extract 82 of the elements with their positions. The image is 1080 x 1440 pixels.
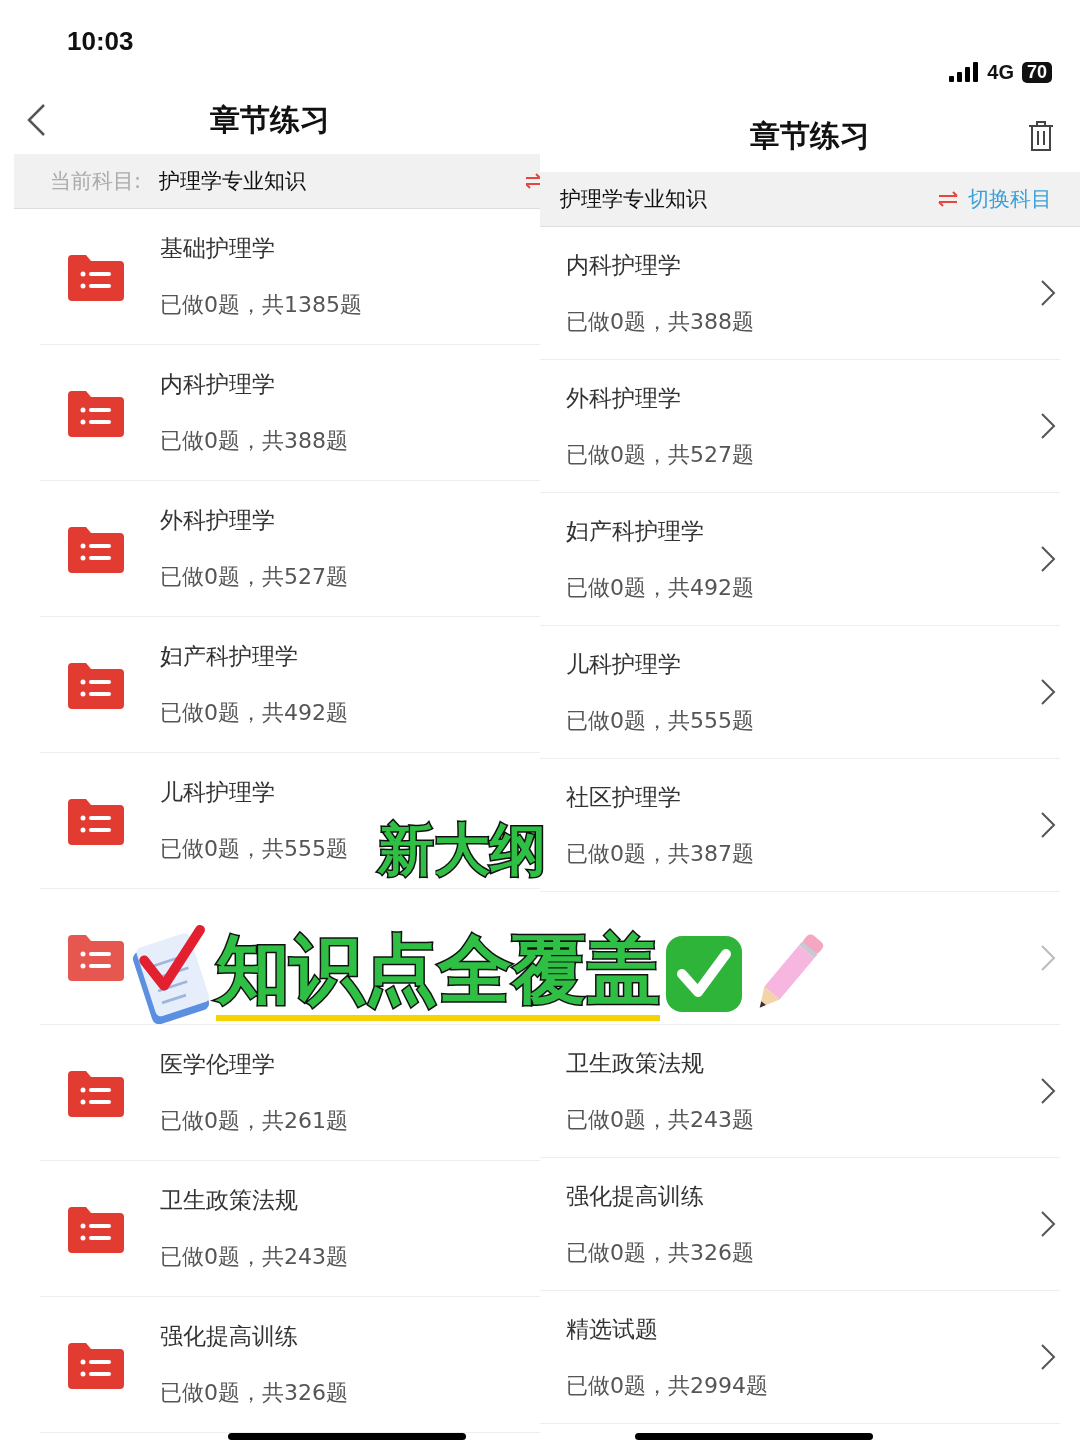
chapter-progress: 已做0题，共261题 xyxy=(160,1107,348,1135)
chapter-progress: 已做0题，共492题 xyxy=(160,699,348,727)
folder-list-icon xyxy=(68,252,124,301)
chapter-item[interactable]: 卫生政策法规 已做0题，共243题 xyxy=(68,1161,348,1296)
chapter-title: 卫生政策法规 xyxy=(160,1186,299,1215)
swap-icon[interactable] xyxy=(938,190,958,208)
subject-label: 当前科目: xyxy=(50,168,142,195)
subject-name: 护理学专业知识 xyxy=(159,168,307,195)
folder-list-icon xyxy=(68,796,124,845)
subject-name: 护理学专业知识 xyxy=(560,186,707,213)
chapter-item[interactable]: 妇产科护理学 已做0题，共492题 xyxy=(566,493,1056,625)
chapter-progress: 已做0题，共1385题 xyxy=(160,291,362,319)
chapter-item[interactable]: 社区护理学 已做0题，共387题 xyxy=(566,759,1056,891)
status-time: 10:03 xyxy=(67,26,134,56)
chapter-title: 儿科护理学 xyxy=(160,778,276,807)
trash-icon[interactable] xyxy=(1028,120,1054,152)
signal-icon xyxy=(949,62,980,82)
page-title: 章节练习 xyxy=(750,116,870,155)
chevron-right-icon xyxy=(1040,545,1056,573)
chapter-progress: 已做0题，共555题 xyxy=(566,706,754,735)
chapter-title: 内科护理学 xyxy=(566,250,682,280)
chapter-title: 基础护理学 xyxy=(160,234,276,263)
chapter-title: 妇产科护理学 xyxy=(160,642,299,671)
folder-list-icon xyxy=(68,1204,124,1253)
chevron-right-icon xyxy=(1040,944,1056,972)
battery-indicator: 70 xyxy=(1021,61,1052,83)
chapter-title: 强化提高训练 xyxy=(160,1322,299,1351)
chapter-item[interactable]: 内科护理学 已做0题，共388题 xyxy=(566,227,1056,359)
chapter-progress: 已做0题，共243题 xyxy=(566,1105,754,1134)
chapter-item[interactable]: 精选试题 已做0题，共2994题 xyxy=(566,1291,1056,1423)
folder-list-icon xyxy=(68,388,124,437)
chevron-right-icon xyxy=(1040,811,1056,839)
chapter-item[interactable]: 卫生政策法规 已做0题，共243题 xyxy=(566,1025,1056,1157)
chapter-title: 强化提高训练 xyxy=(566,1181,705,1211)
folder-list-icon xyxy=(68,660,124,709)
chevron-right-icon xyxy=(1040,412,1056,440)
chapter-progress: 已做0题，共527题 xyxy=(566,440,754,469)
chapter-progress: 已做0题，共243题 xyxy=(160,1243,348,1271)
chapter-title: 内科护理学 xyxy=(160,370,276,399)
swap-icon[interactable] xyxy=(526,172,540,190)
chapter-item[interactable]: 儿科护理学 已做0题，共555题 xyxy=(68,753,348,888)
chapter-progress: 已做0题，共388题 xyxy=(566,307,754,336)
chapter-progress: 已做0题，共387题 xyxy=(566,839,754,868)
chapter-title: 社区护理学 xyxy=(566,782,682,812)
folder-list-icon xyxy=(68,1340,124,1389)
check-mark-icon xyxy=(664,934,744,1014)
overlay-tagline: 知识点全覆盖 xyxy=(216,927,660,1021)
page-title: 章节练习 xyxy=(210,100,330,139)
chapter-title: 妇产科护理学 xyxy=(566,516,705,546)
chapter-item[interactable]: 基础护理学 已做0题，共1385题 xyxy=(68,209,362,344)
chevron-right-icon xyxy=(1040,279,1056,307)
chapter-item[interactable]: 内科护理学 已做0题，共388题 xyxy=(68,345,348,480)
chevron-right-icon xyxy=(1040,1343,1056,1371)
chapter-item[interactable]: 外科护理学 已做0题，共527题 xyxy=(68,481,348,616)
chapter-item[interactable]: 儿科护理学 已做0题，共555题 xyxy=(566,626,1056,758)
chevron-right-icon xyxy=(1040,678,1056,706)
folder-list-icon xyxy=(68,524,124,573)
chapter-item[interactable]: 妇产科护理学 已做0题，共492题 xyxy=(68,617,348,752)
overlay-headline: 新大纲 xyxy=(378,822,546,878)
chapter-item[interactable]: 医学伦理学 已做0题，共261题 xyxy=(68,1025,348,1160)
folder-list-icon xyxy=(68,1068,124,1117)
chapter-progress: 已做0题，共555题 xyxy=(160,835,348,863)
chapter-item[interactable]: 外科护理学 已做0题，共527题 xyxy=(566,360,1056,492)
chevron-right-icon xyxy=(1040,1210,1056,1238)
back-icon[interactable] xyxy=(26,103,46,137)
network-label: 4G xyxy=(987,60,1014,84)
chapter-progress: 已做0题，共527题 xyxy=(160,563,348,591)
chapter-progress: 已做0题，共326题 xyxy=(566,1238,754,1267)
chapter-title: 外科护理学 xyxy=(566,383,682,413)
chapter-item[interactable]: 强化提高训练 已做0题，共326题 xyxy=(68,1297,348,1432)
chapter-progress: 已做0题，共2994题 xyxy=(566,1371,768,1400)
chapter-progress: 已做0题，共326题 xyxy=(160,1379,348,1407)
chevron-right-icon xyxy=(1040,1077,1056,1105)
chapter-item[interactable]: 强化提高训练 已做0题，共326题 xyxy=(566,1158,1056,1290)
chapter-title: 外科护理学 xyxy=(160,506,276,535)
chapter-title: 卫生政策法规 xyxy=(566,1048,705,1078)
chapter-title: 医学伦理学 xyxy=(160,1050,276,1079)
chapter-progress: 已做0题，共388题 xyxy=(160,427,348,455)
chapter-title: 儿科护理学 xyxy=(566,649,682,679)
chapter-progress: 已做0题，共492题 xyxy=(566,573,754,602)
chapter-title: 精选试题 xyxy=(566,1314,659,1344)
folder-list-icon xyxy=(68,932,124,981)
